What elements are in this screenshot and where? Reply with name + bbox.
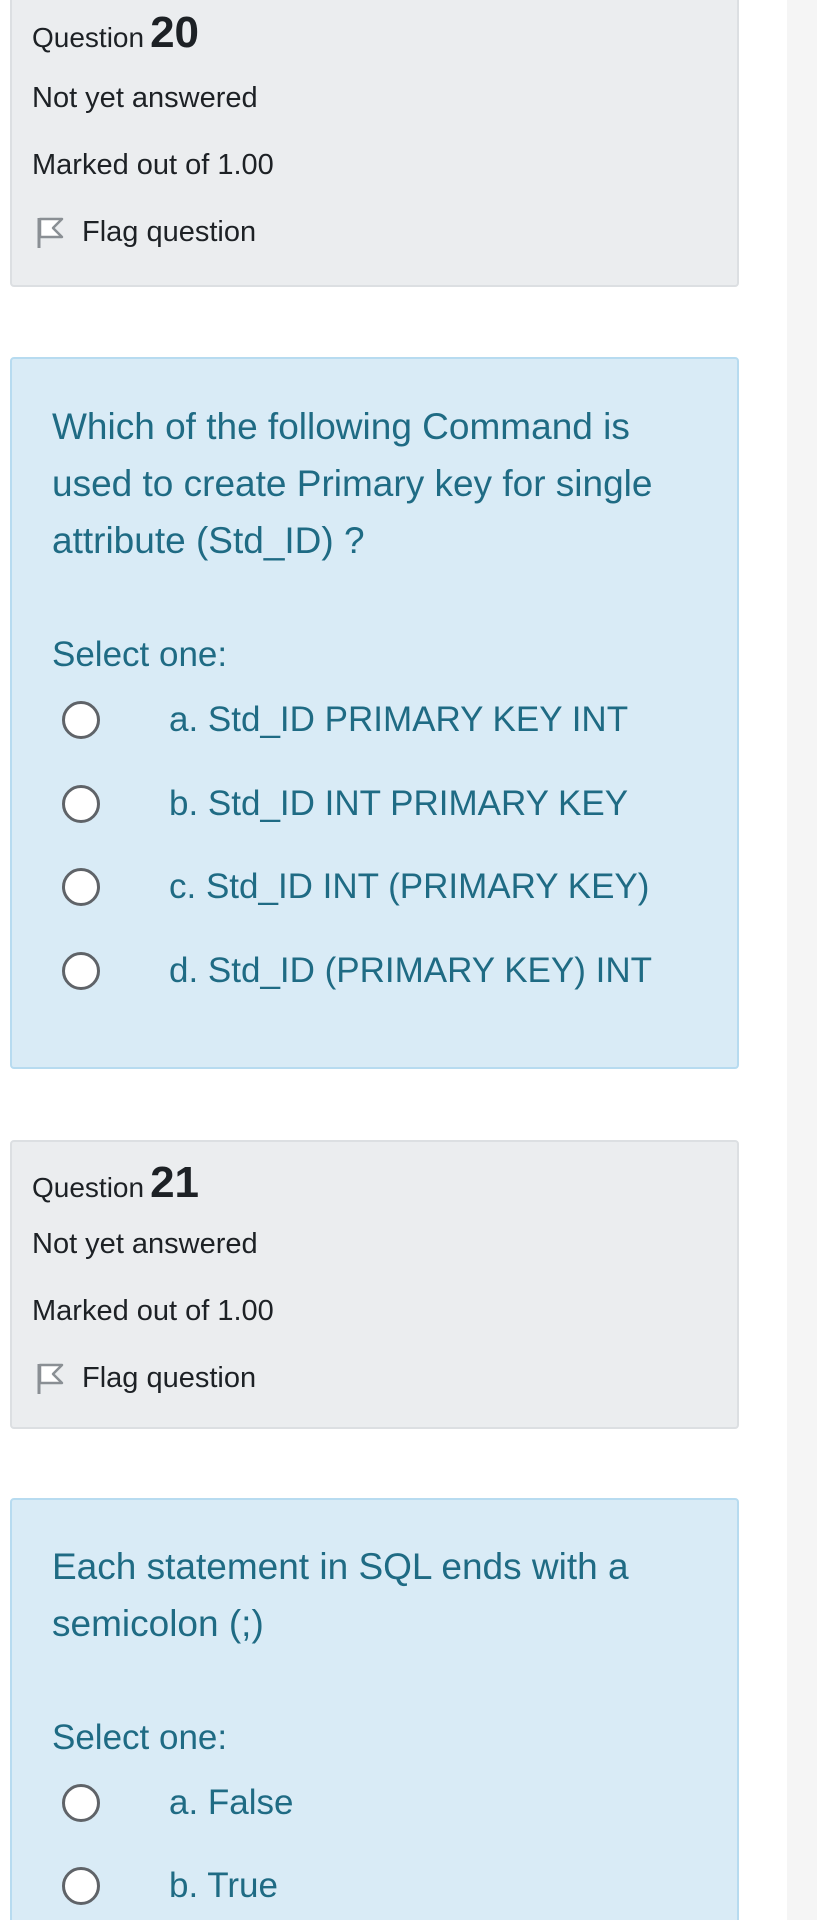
flag-question-link[interactable]: Flag question xyxy=(32,214,256,250)
flag-question-link[interactable]: Flag question xyxy=(32,1360,256,1396)
answer-status: Not yet answered xyxy=(32,1228,258,1260)
answer-option-c[interactable]: c. Std_ID INT (PRIMARY KEY) xyxy=(62,867,649,907)
radio-unchecked-icon[interactable] xyxy=(62,952,100,990)
question-number-heading: Question 20 xyxy=(32,8,199,58)
question-word: Question xyxy=(32,1172,145,1203)
question-number: 20 xyxy=(150,8,200,57)
question-number-heading: Question 21 xyxy=(32,1158,199,1208)
answer-option-b[interactable]: b. True xyxy=(62,1866,278,1906)
option-label: a. False xyxy=(169,1783,294,1822)
question-text: Which of the following Command is used t… xyxy=(52,406,653,561)
option-label: a. Std_ID PRIMARY KEY INT xyxy=(169,700,629,739)
radio-unchecked-icon[interactable] xyxy=(62,1867,100,1905)
question-number: 21 xyxy=(150,1158,200,1207)
answer-option-a[interactable]: a. False xyxy=(62,1783,294,1823)
option-label: d. Std_ID (PRIMARY KEY) INT xyxy=(169,951,653,990)
radio-unchecked-icon[interactable] xyxy=(62,701,100,739)
answer-option-b[interactable]: b. Std_ID INT PRIMARY KEY xyxy=(62,784,628,824)
flag-question-label: Flag question xyxy=(82,215,257,248)
question-content-21: Each statement in SQL ends with a semico… xyxy=(10,1498,739,1920)
question-info-21: Question 21 Not yet answered Marked out o… xyxy=(10,1140,739,1429)
flag-icon xyxy=(37,217,64,248)
question-text: Each statement in SQL ends with a semico… xyxy=(52,1546,629,1644)
radio-unchecked-icon[interactable] xyxy=(62,1784,100,1822)
select-one-label: Select one: xyxy=(52,635,228,674)
flag-icon xyxy=(37,1363,64,1394)
flag-question-label: Flag question xyxy=(82,1361,257,1394)
radio-unchecked-icon[interactable] xyxy=(62,785,100,823)
quiz-page: Question 20 Not yet answered Marked out o… xyxy=(0,0,817,1920)
question-info-20: Question 20 Not yet answered Marked out o… xyxy=(10,0,739,287)
page-gutter xyxy=(787,0,817,1920)
answer-option-a[interactable]: a. Std_ID PRIMARY KEY INT xyxy=(62,700,628,740)
option-label: b. True xyxy=(169,1866,278,1905)
select-one-label: Select one: xyxy=(52,1718,228,1757)
marks-info: Marked out of 1.00 xyxy=(32,1295,274,1327)
question-content-20: Which of the following Command is used t… xyxy=(10,357,739,1069)
radio-unchecked-icon[interactable] xyxy=(62,868,100,906)
answer-status: Not yet answered xyxy=(32,82,258,114)
option-label: b. Std_ID INT PRIMARY KEY xyxy=(169,784,629,823)
option-label: c. Std_ID INT (PRIMARY KEY) xyxy=(169,867,650,906)
marks-info: Marked out of 1.00 xyxy=(32,149,274,181)
question-word: Question xyxy=(32,22,145,53)
answer-option-d[interactable]: d. Std_ID (PRIMARY KEY) INT xyxy=(62,951,652,991)
